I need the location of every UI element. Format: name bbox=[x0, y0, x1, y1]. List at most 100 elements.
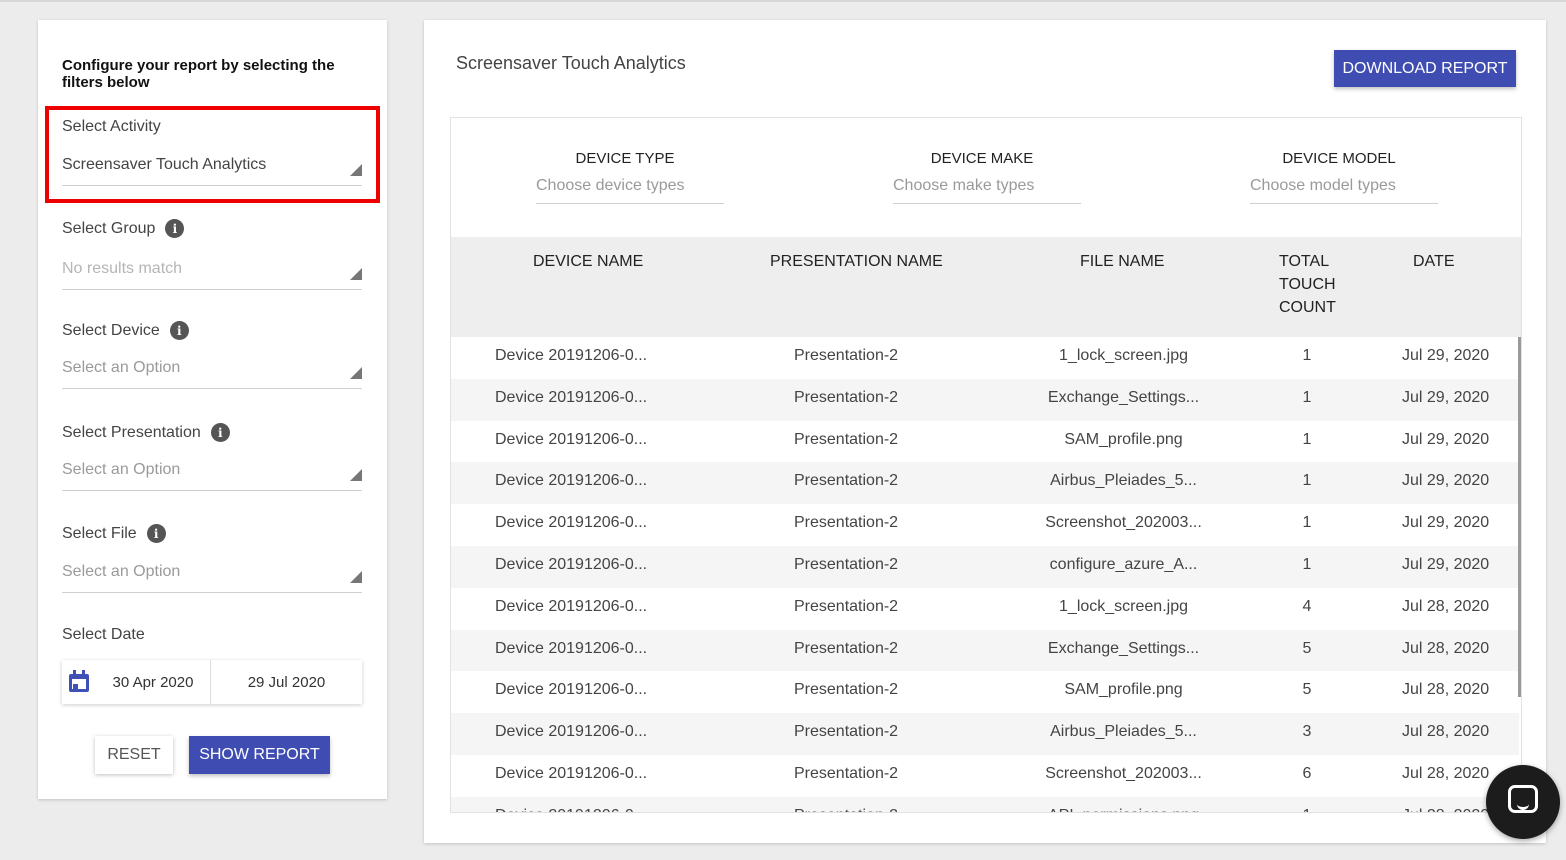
date-to[interactable]: 29 Jul 2020 bbox=[211, 660, 362, 704]
report-panel: Screensaver Touch Analytics DOWNLOAD REP… bbox=[424, 20, 1546, 843]
cell-file-name: 1_lock_screen.jpg bbox=[1059, 347, 1188, 364]
cell-presentation-name: Presentation-2 bbox=[794, 597, 899, 615]
cell-touch-count: 5 bbox=[1302, 639, 1312, 657]
cell-file-name: Airbus_Pleiades_5... bbox=[1050, 472, 1197, 490]
cell-touch-count: 3 bbox=[1302, 723, 1312, 741]
cell-presentation-name: Presentation-2 bbox=[794, 388, 899, 406]
cell-touch-count: 5 bbox=[1302, 681, 1312, 699]
table-row[interactable]: Device 20191206-0... Presentation-2 1_lock… bbox=[451, 588, 1519, 630]
show-report-button[interactable]: SHOW REPORT bbox=[189, 736, 330, 774]
presentation-label: Select Presentation i bbox=[62, 423, 230, 442]
table-body: Device 20191206-0... Presentation-2 1_lock… bbox=[451, 337, 1519, 812]
cell-date: Jul 28, 2020 bbox=[1402, 764, 1490, 782]
cell-device-name: Device 20191206-0... bbox=[495, 597, 648, 615]
device-model-input[interactable]: Choose model types bbox=[1250, 177, 1438, 204]
file-select[interactable]: Select an Option bbox=[62, 563, 362, 593]
cell-presentation-name: Presentation-2 bbox=[794, 472, 899, 490]
table-header: DEVICE NAME PRESENTATION NAME FILE NAME … bbox=[451, 237, 1521, 337]
cell-file-name: Screenshot_202003... bbox=[1045, 514, 1202, 532]
cell-device-name: Device 20191206-0... bbox=[495, 639, 648, 657]
cell-device-name: Device 20191206-0... bbox=[495, 764, 648, 782]
table-row[interactable]: Device 20191206-0... Presentation-2 Screen… bbox=[451, 755, 1519, 797]
cell-presentation-name: Presentation-2 bbox=[794, 681, 899, 699]
chat-launcher-button[interactable] bbox=[1486, 765, 1560, 839]
table-row[interactable]: Device 20191206-0... Presentation-2 SAM_pr… bbox=[451, 671, 1519, 713]
device-make-filter[interactable]: DEVICE MAKE Choose make types bbox=[893, 150, 1081, 204]
device-make-input[interactable]: Choose make types bbox=[893, 177, 1081, 204]
cell-touch-count: 1 bbox=[1287, 797, 1327, 812]
dropdown-triangle-icon bbox=[350, 571, 362, 583]
cell-date: Jul 29, 2020 bbox=[1402, 514, 1490, 532]
device-label: Select Device i bbox=[62, 321, 189, 340]
cell-date: Jul 29, 2020 bbox=[1402, 347, 1490, 364]
col-device-name[interactable]: DEVICE NAME bbox=[533, 250, 643, 273]
cell-device-name: Device 20191206-0... bbox=[495, 797, 647, 812]
col-date[interactable]: DATE bbox=[1413, 250, 1454, 273]
device-select[interactable]: Select an Option bbox=[62, 359, 362, 389]
dropdown-triangle-icon bbox=[350, 164, 362, 176]
cell-file-name: Airbus_Pleiades_5... bbox=[1050, 723, 1197, 741]
reset-button[interactable]: RESET bbox=[95, 736, 173, 774]
cell-touch-count: 1 bbox=[1302, 514, 1312, 532]
col-total-touch-count[interactable]: TOTAL TOUCH COUNT bbox=[1279, 250, 1336, 319]
dropdown-triangle-icon bbox=[350, 469, 362, 481]
info-icon[interactable]: i bbox=[210, 423, 230, 442]
cell-presentation-name: Presentation-2 bbox=[794, 764, 899, 782]
cell-device-name: Device 20191206-0... bbox=[495, 681, 648, 699]
info-icon[interactable]: i bbox=[146, 524, 166, 543]
device-type-label: DEVICE TYPE bbox=[575, 150, 675, 167]
device-model-filter[interactable]: DEVICE MODEL Choose model types bbox=[1250, 150, 1438, 204]
device-type-input[interactable]: Choose device types bbox=[536, 177, 724, 204]
device-make-label: DEVICE MAKE bbox=[930, 150, 1034, 167]
cell-file-name: 1_lock_screen.jpg bbox=[1059, 597, 1188, 615]
group-select[interactable]: No results match bbox=[62, 260, 362, 290]
cell-presentation-name: Presentation-2 bbox=[794, 347, 899, 364]
date-range-picker[interactable]: 30 Apr 2020 29 Jul 2020 bbox=[62, 660, 362, 704]
presentation-select-placeholder: Select an Option bbox=[62, 461, 181, 478]
cell-device-name: Device 20191206-0... bbox=[495, 514, 648, 532]
cell-device-name: Device 20191206-0... bbox=[495, 472, 648, 490]
file-label: Select File i bbox=[62, 524, 166, 543]
col-file-name[interactable]: FILE NAME bbox=[1080, 250, 1164, 273]
cell-file-name: API_permissions.png bbox=[1001, 797, 1246, 812]
table-row[interactable]: Device 20191206-0... Presentation-2 Airbus… bbox=[451, 713, 1519, 755]
date-from[interactable]: 30 Apr 2020 bbox=[96, 660, 211, 704]
table-row[interactable]: Device 20191206-0... Presentation-2 API_pe… bbox=[451, 796, 1519, 812]
cell-touch-count: 1 bbox=[1302, 555, 1312, 573]
table-row[interactable]: Device 20191206-0... Presentation-2 1_lock… bbox=[451, 337, 1519, 379]
table-row[interactable]: Device 20191206-0... Presentation-2 SAM_pr… bbox=[451, 421, 1519, 463]
cell-file-name: SAM_profile.png bbox=[1064, 430, 1183, 448]
table-row[interactable]: Device 20191206-0... Presentation-2 Screen… bbox=[451, 504, 1519, 546]
group-select-placeholder: No results match bbox=[62, 260, 183, 277]
device-model-label: DEVICE MODEL bbox=[1282, 150, 1396, 167]
col-presentation-name[interactable]: PRESENTATION NAME bbox=[770, 250, 943, 273]
cell-presentation-name: Presentation-2 bbox=[794, 555, 899, 573]
report-table-card: DEVICE TYPE Choose device types DEVICE M… bbox=[450, 117, 1522, 813]
table-row[interactable]: Device 20191206-0... Presentation-2 Exchan… bbox=[451, 378, 1519, 421]
cell-touch-count: 1 bbox=[1302, 347, 1312, 364]
cell-date: Jul 29, 2020 bbox=[1402, 555, 1490, 573]
table-row[interactable]: Device 20191206-0... Presentation-2 config… bbox=[451, 545, 1519, 588]
table-scrollbar[interactable] bbox=[1518, 337, 1521, 697]
cell-presentation-name: Presentation-2 bbox=[794, 514, 899, 532]
table-row[interactable]: Device 20191206-0... Presentation-2 Exchan… bbox=[451, 629, 1519, 672]
calendar-icon[interactable] bbox=[62, 660, 96, 704]
device-type-filter[interactable]: DEVICE TYPE Choose device types bbox=[536, 150, 724, 204]
activity-select[interactable]: Screensaver Touch Analytics bbox=[62, 156, 362, 186]
cell-date: Jul 29, 2020 bbox=[1402, 388, 1490, 406]
cell-file-name: Exchange_Settings... bbox=[1047, 388, 1200, 406]
cell-date: Jul 28, 2020 bbox=[1402, 597, 1490, 615]
table-row[interactable]: Device 20191206-0... Presentation-2 Airbus… bbox=[451, 462, 1519, 505]
group-label: Select Group i bbox=[62, 219, 185, 238]
presentation-select[interactable]: Select an Option bbox=[62, 461, 362, 491]
info-icon[interactable]: i bbox=[169, 321, 189, 340]
filter-panel: Configure your report by selecting the f… bbox=[38, 20, 387, 799]
activity-label: Select Activity bbox=[62, 118, 161, 135]
cell-device-name: Device 20191206-0... bbox=[495, 430, 648, 448]
cell-file-name: configure_azure_A... bbox=[1049, 555, 1198, 573]
info-icon[interactable]: i bbox=[165, 219, 185, 238]
cell-touch-count: 6 bbox=[1302, 764, 1312, 782]
cell-presentation-name: Presentation-2 bbox=[794, 723, 899, 741]
dropdown-triangle-icon bbox=[350, 268, 362, 280]
download-report-button[interactable]: DOWNLOAD REPORT bbox=[1334, 50, 1516, 87]
